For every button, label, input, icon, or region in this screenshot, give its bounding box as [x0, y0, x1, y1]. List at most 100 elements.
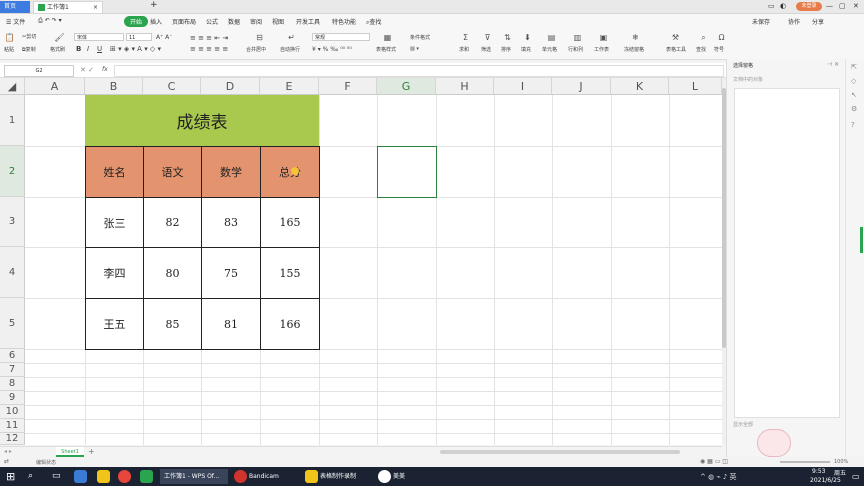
column-header-j[interactable]: J: [552, 78, 611, 95]
table-cell[interactable]: 81: [201, 298, 261, 350]
row-header-12[interactable]: 12: [0, 433, 25, 445]
wps-icon[interactable]: [140, 470, 153, 483]
cell-button[interactable]: 单元格: [542, 46, 557, 53]
font-size-select[interactable]: 11: [126, 33, 152, 41]
table-cell[interactable]: 155: [260, 247, 320, 299]
sidebar-shape-icon[interactable]: ◇: [851, 77, 856, 85]
task-view-icon[interactable]: ▭: [52, 471, 61, 481]
sidebar-select-icon[interactable]: ⇱: [851, 63, 857, 71]
sort-icon[interactable]: ⇅: [502, 33, 513, 42]
column-header-k[interactable]: K: [611, 78, 669, 95]
row-header-4[interactable]: 4: [0, 247, 25, 298]
window-layout-icon[interactable]: ▭: [768, 2, 775, 10]
filter-icon[interactable]: ⊽: [482, 33, 493, 42]
find-icon[interactable]: ⌕: [698, 33, 709, 42]
menu-developer[interactable]: 开发工具: [296, 17, 320, 26]
pane-pin-close-icons[interactable]: ⊣ ✕: [827, 61, 839, 68]
formula-input[interactable]: [114, 65, 724, 77]
italic-button[interactable]: I: [87, 45, 89, 53]
freeze-button[interactable]: 冻结窗格: [624, 46, 644, 53]
select-all-corner[interactable]: ◢: [0, 78, 25, 95]
symbol-icon[interactable]: Ω: [716, 33, 727, 42]
sheet-tab-sheet1[interactable]: Sheet1: [56, 447, 84, 457]
merge-button[interactable]: 合并居中: [246, 46, 266, 53]
worksheet-icon[interactable]: ▣: [598, 33, 609, 42]
format-painter-icon[interactable]: 🖌: [54, 33, 65, 42]
tab-home[interactable]: 首页: [0, 1, 30, 13]
zoom-slider[interactable]: [780, 461, 830, 463]
table-style-button[interactable]: 表格样式: [376, 46, 396, 53]
merge-icon[interactable]: ⊟: [254, 33, 265, 42]
table-cell[interactable]: 83: [201, 197, 261, 248]
share-button[interactable]: 分享: [812, 17, 824, 26]
menu-search[interactable]: ⌕查找: [366, 17, 381, 27]
table-cell[interactable]: 75: [201, 247, 261, 299]
column-header-a[interactable]: A: [25, 78, 85, 95]
notification-icon[interactable]: ▭: [852, 472, 860, 481]
cond-format-button[interactable]: 条件格式: [410, 34, 430, 41]
new-tab-button[interactable]: +: [150, 0, 158, 10]
filter-button[interactable]: 筛选: [481, 46, 491, 53]
column-header-g[interactable]: G: [377, 78, 436, 95]
cell-style-icon[interactable]: ▨ ▾: [410, 46, 419, 52]
minimize-icon[interactable]: —: [826, 2, 833, 10]
sort-button[interactable]: 排序: [501, 46, 511, 53]
sidebar-pointer-icon[interactable]: ↖: [851, 91, 857, 99]
horizontal-scrollbar[interactable]: [440, 450, 680, 454]
skin-icon[interactable]: ◐: [780, 2, 786, 10]
column-header-i[interactable]: I: [494, 78, 552, 95]
row-header-3[interactable]: 3: [0, 197, 25, 247]
tab-workbook[interactable]: 工作簿1 ×: [33, 1, 103, 13]
fill-icon[interactable]: ⬇: [522, 33, 533, 42]
tray-icons[interactable]: ^ ◍ ⌁ ♪ 英: [700, 472, 737, 482]
zoom-level[interactable]: 100%: [834, 459, 848, 465]
row-header-6[interactable]: 6: [0, 349, 25, 363]
table-cell[interactable]: 82: [143, 197, 202, 248]
maximize-icon[interactable]: ▢: [839, 2, 846, 10]
sidebar-help-icon[interactable]: ?: [851, 121, 855, 129]
windows-start-icon[interactable]: ⊞: [6, 470, 15, 483]
sum-button[interactable]: 求和: [459, 46, 469, 53]
spreadsheet-grid[interactable]: ◢ A B C D E F G H I J K L 1 2 3 4 5 6 7 …: [0, 78, 722, 445]
view-mode-icons[interactable]: ◉ ▦ ▭ ◫: [700, 458, 728, 465]
close-tab-icon[interactable]: ×: [93, 2, 98, 14]
table-cell[interactable]: 80: [143, 247, 202, 299]
table-cell[interactable]: 166: [260, 298, 320, 350]
format-painter-label[interactable]: 格式刷: [50, 46, 65, 53]
table-cell[interactable]: 王五: [85, 298, 144, 350]
sheet-nav-icons[interactable]: ◂ ▸: [4, 448, 12, 455]
column-header-l[interactable]: L: [669, 78, 722, 95]
add-sheet-button[interactable]: +: [88, 447, 95, 456]
header-cell-total[interactable]: 总分: [260, 146, 320, 198]
cut-button[interactable]: ✂剪切: [22, 33, 36, 40]
wrap-button[interactable]: 自动换行: [280, 46, 300, 53]
symbol-button[interactable]: 符号: [714, 46, 724, 53]
login-button[interactable]: 未登录: [796, 2, 822, 11]
paste-label[interactable]: 粘贴: [4, 46, 14, 53]
table-tools-icon[interactable]: ⚒: [670, 33, 681, 42]
rowcol-icon[interactable]: ▥: [572, 33, 583, 42]
font-name-select[interactable]: 宋体: [74, 33, 124, 41]
taskbar-item-meimei[interactable]: 美美: [393, 469, 405, 484]
object-list[interactable]: [734, 88, 840, 418]
taskbar-item-wps[interactable]: 工作簿1 - WPS Of...: [160, 469, 228, 484]
table-tools-button[interactable]: 表格工具: [666, 46, 686, 53]
sidebar-tool-icon[interactable]: ⚙: [851, 105, 857, 113]
font-size-up-down-icons[interactable]: A⁺ A⁻: [156, 34, 172, 41]
row-header-5[interactable]: 5: [0, 298, 25, 349]
table-cell[interactable]: 165: [260, 197, 320, 248]
menu-view[interactable]: 视图: [272, 17, 284, 26]
menu-start[interactable]: 开始: [124, 16, 149, 27]
folder-icon[interactable]: [305, 470, 318, 483]
cancel-confirm-icons[interactable]: ✕ ✓: [80, 66, 94, 74]
table-style-icon[interactable]: ▦: [382, 33, 393, 42]
title-cell[interactable]: 成绩表: [85, 95, 319, 146]
browser-icon[interactable]: [74, 470, 87, 483]
row-header-1[interactable]: 1: [0, 95, 25, 146]
header-cell-math[interactable]: 数学: [201, 146, 261, 198]
menu-file[interactable]: ☰ 文件: [6, 17, 25, 26]
worksheet-button[interactable]: 工作表: [594, 46, 609, 53]
number-format-select[interactable]: 常规: [312, 33, 370, 41]
table-cell[interactable]: 85: [143, 298, 202, 350]
quick-access-icons[interactable]: ⎙ ↶ ↷ ▾: [38, 17, 62, 25]
